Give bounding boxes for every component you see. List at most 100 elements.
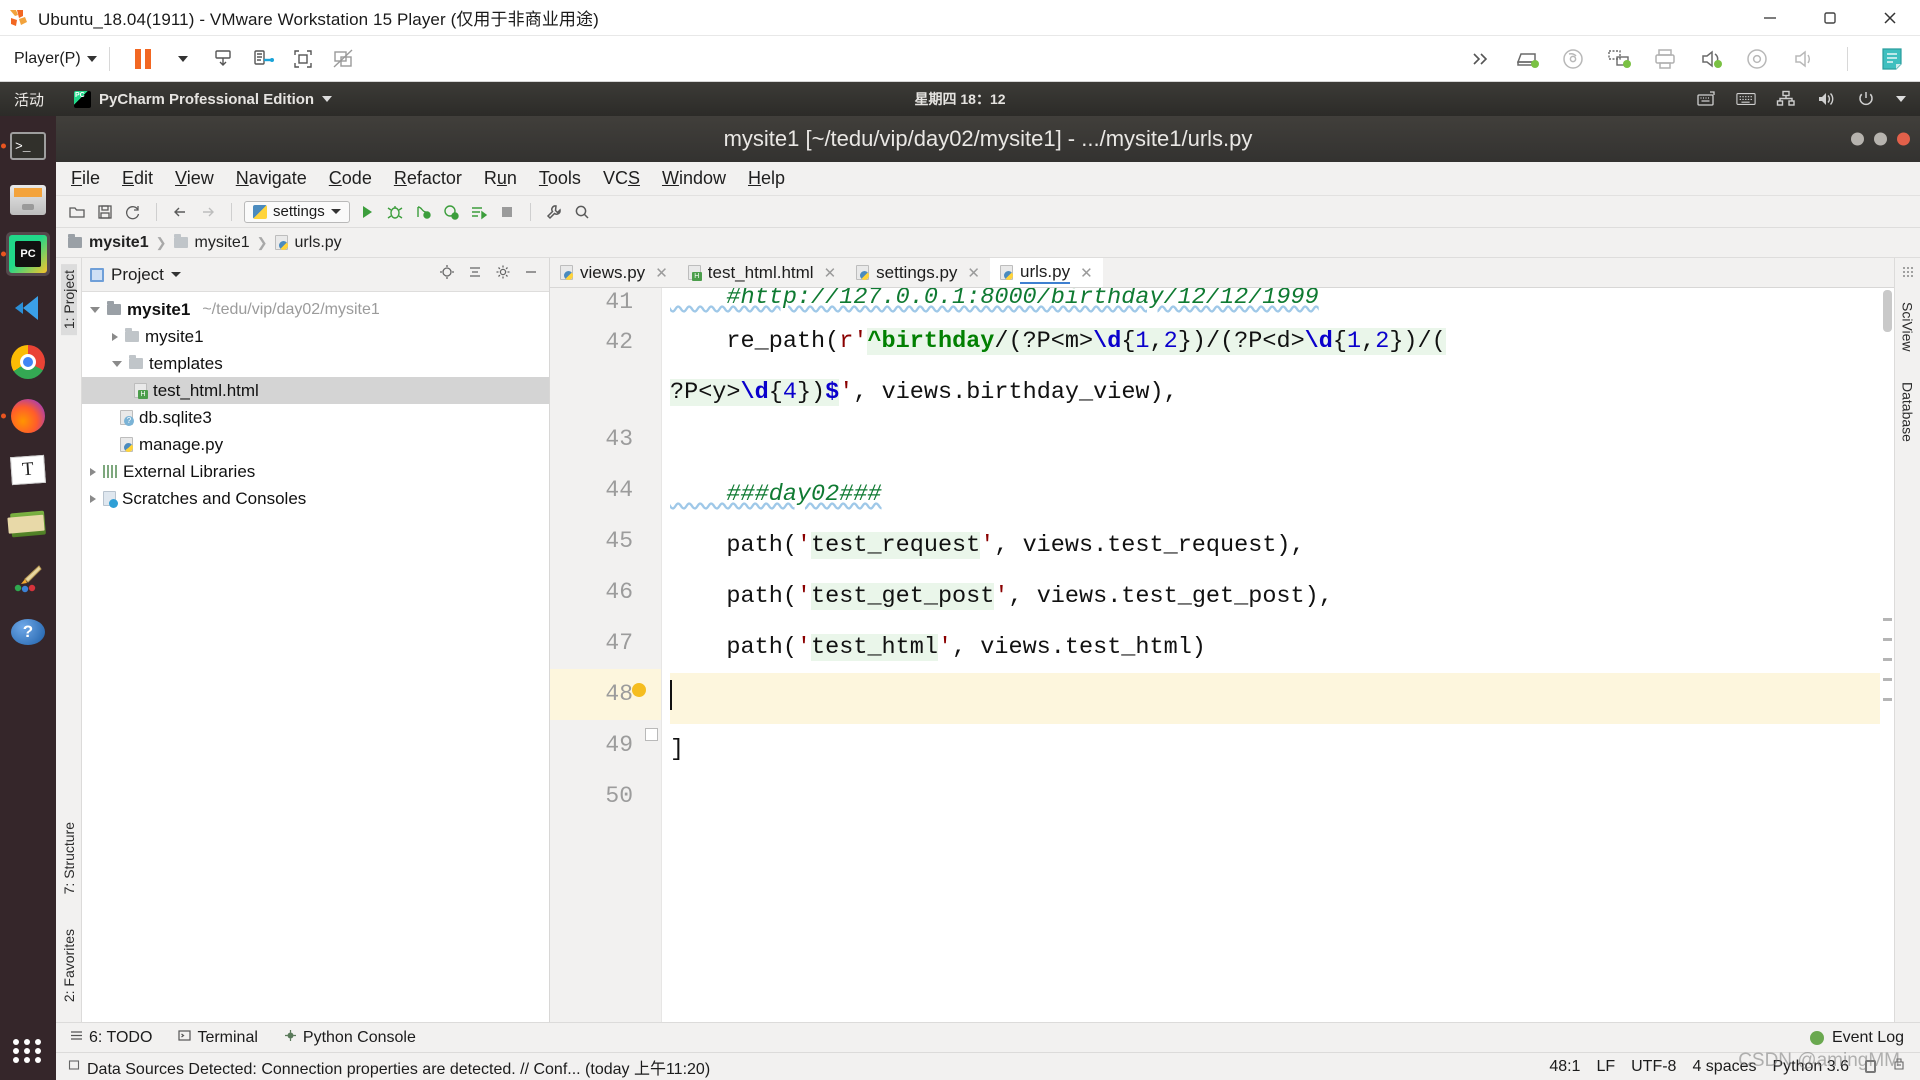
run-coverage-icon[interactable] <box>412 201 434 223</box>
run-icon[interactable] <box>356 201 378 223</box>
chevron-down-icon[interactable] <box>171 272 181 277</box>
breadcrumb-item-2[interactable]: urls.py <box>295 234 342 252</box>
chevron-right-icon[interactable] <box>90 468 96 476</box>
inspection-icon[interactable] <box>1892 1057 1906 1076</box>
back-arrow-icon[interactable] <box>169 201 191 223</box>
tree-node-scratches-and-consoles[interactable]: Scratches and Consoles <box>82 485 549 512</box>
sync-icon[interactable] <box>122 201 144 223</box>
run-with-console-icon[interactable] <box>468 201 490 223</box>
dock-item-help[interactable]: ? <box>6 610 50 654</box>
python-interpreter[interactable]: Python 3.6 <box>1773 1058 1850 1076</box>
dock-item-vscode[interactable] <box>6 286 50 330</box>
error-stripe-marker[interactable] <box>1883 618 1892 621</box>
chevron-down-icon[interactable] <box>90 307 100 313</box>
pause-dropdown-icon[interactable] <box>170 46 196 72</box>
tree-node-mysite1-pkg[interactable]: mysite1 <box>82 323 549 350</box>
scrollbar-thumb[interactable] <box>1883 290 1892 332</box>
tree-node-mysite1-root[interactable]: mysite1 ~/tedu/vip/day02/mysite1 <box>82 296 549 323</box>
run-configuration-selector[interactable]: settings <box>244 201 350 223</box>
tool-button-todo[interactable]: 6: TODO <box>70 1029 152 1047</box>
send-ctrl-alt-del-icon[interactable] <box>250 46 276 72</box>
locate-icon[interactable] <box>439 264 455 285</box>
dock-item-text-editor[interactable]: T <box>6 448 50 492</box>
code-editor[interactable]: 41 42 43 44 45 46 47 48 49 50 <box>550 288 1894 1022</box>
tree-node-manage-py[interactable]: manage.py <box>82 431 549 458</box>
network-adapter-icon[interactable] <box>1605 45 1633 73</box>
tree-node-external-libraries[interactable]: External Libraries <box>82 458 549 485</box>
printer-icon[interactable] <box>1651 45 1679 73</box>
tree-node-templates[interactable]: templates <box>82 350 549 377</box>
notification-icon[interactable] <box>68 1058 80 1076</box>
tool-button-python-console[interactable]: Python Console <box>284 1029 416 1047</box>
dock-item-books[interactable] <box>6 502 50 546</box>
hide-icon[interactable] <box>523 264 539 285</box>
menu-window[interactable]: Window <box>659 166 729 191</box>
code-content[interactable]: #http://127.0.0.1:8000/birthday/12/12/19… <box>662 288 1894 1022</box>
file-encoding[interactable]: UTF-8 <box>1631 1058 1676 1076</box>
minimize-button[interactable] <box>1851 133 1864 146</box>
tab-views-py[interactable]: views.py ✕ <box>550 258 678 287</box>
error-stripe-marker[interactable] <box>1883 638 1892 641</box>
snapshot-icon[interactable] <box>210 46 236 72</box>
tool-button-structure[interactable]: 7: Structure <box>61 816 77 900</box>
menu-tools[interactable]: Tools <box>536 166 584 191</box>
fullscreen-icon[interactable] <box>290 46 316 72</box>
dock-item-firefox[interactable] <box>6 394 50 438</box>
menu-navigate[interactable]: Navigate <box>233 166 310 191</box>
close-icon[interactable]: ✕ <box>967 264 980 282</box>
disk-icon[interactable] <box>1743 45 1771 73</box>
breadcrumb-item-1[interactable]: mysite1 <box>195 234 250 252</box>
event-log-button[interactable]: Event Log <box>1810 1029 1920 1047</box>
unity-mode-icon[interactable] <box>330 46 356 72</box>
sound-card-icon[interactable] <box>1697 45 1725 73</box>
chevrons-right-icon[interactable] <box>1467 45 1495 73</box>
collapse-all-icon[interactable] <box>467 264 483 285</box>
menu-edit[interactable]: Edit <box>119 166 156 191</box>
restore-button[interactable] <box>1800 0 1860 36</box>
menu-help[interactable]: Help <box>745 166 788 191</box>
dock-item-pycharm[interactable]: PC <box>6 232 50 276</box>
notes-icon[interactable] <box>1878 45 1906 73</box>
error-stripe-marker[interactable] <box>1883 698 1892 701</box>
keyboard-layout-icon[interactable] <box>1696 89 1716 109</box>
caret-position[interactable]: 48:1 <box>1549 1058 1580 1076</box>
pause-icon[interactable] <box>130 46 156 72</box>
menu-refactor[interactable]: Refactor <box>391 166 465 191</box>
menu-vcs[interactable]: VCS <box>600 166 643 191</box>
indent-setting[interactable]: 4 spaces <box>1692 1058 1756 1076</box>
menu-code[interactable]: Code <box>326 166 375 191</box>
panel-clock[interactable]: 星期四 18：12 <box>914 89 1005 109</box>
tree-node-test-html[interactable]: test_html.html <box>82 377 549 404</box>
status-message[interactable]: Data Sources Detected: Connection proper… <box>87 1055 710 1079</box>
code-fold-marker[interactable] <box>645 728 658 741</box>
error-stripe-marker[interactable] <box>1883 678 1892 681</box>
tree-node-db-sqlite3[interactable]: db.sqlite3 <box>82 404 549 431</box>
save-all-icon[interactable] <box>94 201 116 223</box>
tab-test-html-html[interactable]: test_html.html ✕ <box>678 258 846 287</box>
speaker-icon[interactable] <box>1789 45 1817 73</box>
maximize-button[interactable] <box>1874 133 1887 146</box>
menu-view[interactable]: View <box>172 166 217 191</box>
breadcrumb-item-0[interactable]: mysite1 <box>89 234 149 252</box>
close-icon[interactable]: ✕ <box>824 264 837 282</box>
minimize-button[interactable] <box>1740 0 1800 36</box>
editor-scrollbar[interactable] <box>1880 288 1894 1022</box>
dock-item-paint[interactable] <box>6 556 50 600</box>
chevron-right-icon[interactable] <box>112 333 118 341</box>
open-folder-icon[interactable] <box>66 201 88 223</box>
active-application-menu[interactable]: PyCharm Professional Edition <box>74 91 332 108</box>
dock-item-chrome[interactable] <box>6 340 50 384</box>
tool-button-terminal[interactable]: Terminal <box>178 1029 257 1047</box>
chevron-right-icon[interactable] <box>90 495 96 503</box>
settings-gear-icon[interactable] <box>495 264 511 285</box>
line-separator[interactable]: LF <box>1596 1058 1615 1076</box>
tool-button-database[interactable]: Database <box>1900 376 1916 448</box>
dock-item-files[interactable] <box>6 178 50 222</box>
activities-button[interactable]: 活动 <box>14 89 44 110</box>
tool-button-favorites[interactable]: 2: Favorites <box>61 923 77 1008</box>
keyboard-icon[interactable] <box>1736 89 1756 109</box>
build-icon[interactable] <box>543 201 565 223</box>
hard-disk-icon[interactable] <box>1513 45 1541 73</box>
cd-dvd-icon[interactable] <box>1559 45 1587 73</box>
tool-button-sciview[interactable]: SciView <box>1900 296 1916 358</box>
